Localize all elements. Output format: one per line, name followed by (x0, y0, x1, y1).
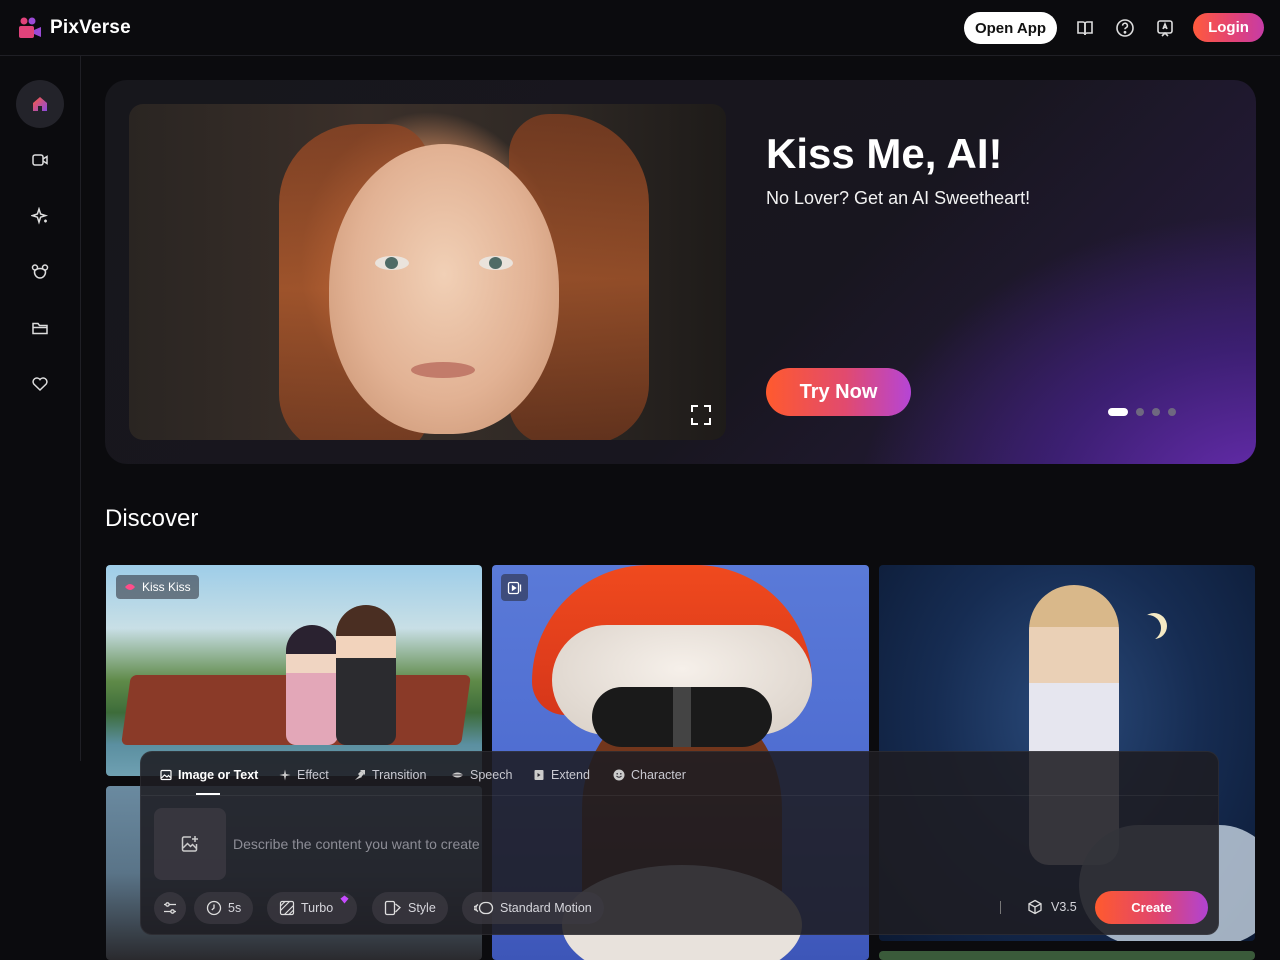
duration-selector[interactable]: 5s (194, 892, 254, 924)
carousel-dot[interactable] (1168, 408, 1176, 416)
create-panel: Image or Text Effect Transition Speech E… (140, 751, 1219, 935)
tab-effect[interactable]: Effect (279, 766, 329, 784)
tab-speech[interactable]: Speech (451, 766, 512, 784)
motion-icon (474, 901, 494, 915)
prompt-input[interactable] (233, 834, 933, 854)
sparkle-icon (279, 769, 291, 781)
tab-extend[interactable]: Extend (533, 766, 590, 784)
add-image-icon (181, 836, 198, 852)
expand-icon[interactable] (690, 404, 712, 426)
heart-icon (32, 377, 48, 392)
video-clip-badge (501, 574, 528, 601)
duration-value: 5s (228, 901, 242, 915)
open-app-button[interactable]: Open App (964, 12, 1057, 44)
sidebar-item-favorites[interactable] (16, 360, 64, 408)
effect-badge-label: Kiss Kiss (142, 580, 191, 594)
motion-label: Standard Motion (500, 901, 592, 915)
tab-label: Extend (551, 768, 590, 782)
sidebar-item-home[interactable] (16, 80, 64, 128)
hero-title: Kiss Me, AI! (766, 130, 1003, 177)
hero-image-face (329, 144, 559, 434)
image-icon (160, 769, 172, 781)
book-icon[interactable] (1073, 16, 1097, 40)
model-version-selector[interactable]: V3.5 (1027, 899, 1077, 915)
carousel-dot[interactable] (1136, 408, 1144, 416)
lips-icon (451, 772, 464, 778)
tab-image-or-text[interactable]: Image or Text (160, 766, 258, 784)
image-upload-button[interactable] (154, 808, 226, 880)
discover-card[interactable]: Kiss Kiss (106, 565, 482, 776)
turbo-selector[interactable]: Turbo (267, 892, 358, 924)
sidebar-item-characters[interactable] (16, 248, 64, 296)
style-label: Style (408, 901, 436, 915)
tab-label: Image or Text (178, 768, 259, 782)
help-icon[interactable] (1113, 16, 1137, 40)
kiss-icon (125, 584, 135, 590)
discover-card[interactable] (879, 951, 1255, 960)
carousel-dots (1108, 408, 1176, 416)
sidebar-item-video[interactable] (16, 136, 64, 184)
sparkle-icon (31, 207, 49, 225)
folder-icon (32, 322, 48, 335)
login-button[interactable]: Login (1193, 13, 1264, 42)
mascot-icon (31, 264, 49, 279)
motion-selector[interactable]: Standard Motion (462, 892, 604, 924)
transition-icon (355, 770, 365, 780)
sliders-icon (164, 902, 176, 914)
card-scene-figure (336, 605, 396, 745)
video-icon (32, 154, 48, 166)
tab-label: Transition (372, 768, 427, 782)
hero-subtitle: No Lover? Get an AI Sweetheart! (766, 188, 1031, 208)
sidebar (0, 56, 81, 761)
clock-icon (206, 900, 222, 916)
hero-banner: Kiss Me, AI! No Lover? Get an AI Sweethe… (105, 80, 1256, 464)
discover-heading: Discover (105, 505, 199, 532)
settings-button[interactable] (154, 892, 186, 924)
video-clip-icon (507, 581, 521, 594)
logo[interactable]: PixVerse (18, 16, 131, 40)
carousel-dot[interactable] (1152, 408, 1160, 416)
home-icon (33, 97, 47, 111)
feedback-icon[interactable] (1153, 16, 1177, 40)
tab-character[interactable]: Character (613, 766, 686, 784)
active-tab-indicator (196, 793, 220, 795)
card-scene-figure (286, 625, 338, 745)
style-icon (384, 900, 401, 916)
carousel-dot[interactable] (1108, 408, 1128, 416)
turbo-icon (279, 900, 295, 916)
sidebar-item-assets[interactable] (16, 304, 64, 352)
tab-label: Character (631, 768, 686, 782)
hero-image-eye-right (479, 256, 513, 270)
create-button[interactable]: Create (1095, 891, 1208, 924)
tab-label: Effect (297, 768, 329, 782)
sidebar-item-effects[interactable] (16, 192, 64, 240)
style-selector[interactable]: Style (372, 892, 448, 924)
hero-image-eye-left (375, 256, 409, 270)
card-scene-sunglasses (592, 687, 772, 747)
try-now-button[interactable]: Try Now (766, 368, 911, 416)
pixverse-logo-icon (19, 17, 41, 38)
tab-label: Speech (470, 768, 513, 782)
model-version: V3.5 (1051, 900, 1077, 914)
divider (1000, 901, 1001, 914)
turbo-label: Turbo (301, 901, 334, 915)
hero-image[interactable] (129, 104, 726, 440)
top-bar: PixVerse Open App Login (0, 0, 1280, 56)
hero-image-lips (411, 362, 475, 378)
app-name: PixVerse (50, 17, 131, 38)
cube-icon (1028, 899, 1042, 915)
smile-icon (613, 769, 625, 781)
extend-icon (534, 770, 544, 780)
tab-transition[interactable]: Transition (354, 766, 426, 784)
mode-tabs: Image or Text Effect Transition Speech E… (141, 752, 1218, 796)
premium-gem-icon (340, 895, 349, 904)
effect-badge[interactable]: Kiss Kiss (116, 575, 199, 599)
card-scene-moon (1135, 615, 1161, 641)
